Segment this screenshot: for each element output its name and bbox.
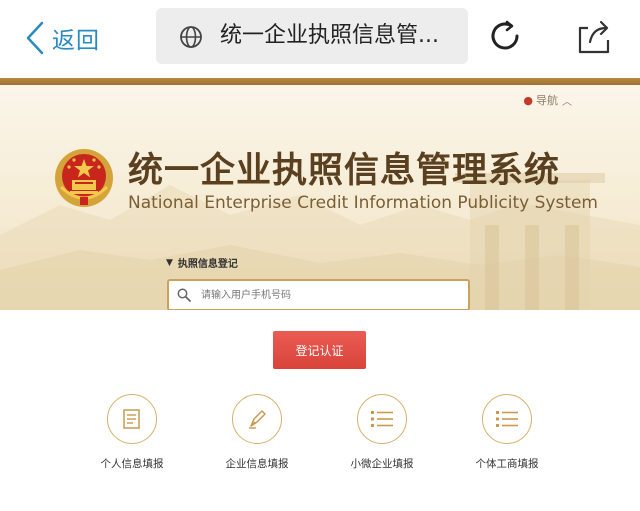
search-icon — [177, 288, 191, 302]
page-title: 统一企业执照信息管... — [220, 23, 439, 48]
reload-icon[interactable] — [487, 18, 523, 54]
back-label: 返回 — [52, 28, 100, 54]
chevron-up-icon: ︿ — [562, 96, 572, 108]
feature-personal-info[interactable]: 个人信息填报 — [72, 394, 192, 471]
feature-icon-circle — [232, 394, 282, 444]
address-bar[interactable]: 统一企业执照信息管... — [156, 8, 468, 64]
feature-label: 小微企业填报 — [350, 458, 414, 470]
feature-label: 个体工商填报 — [475, 458, 539, 470]
registration-section-label: ▼ 执照信息登记 — [166, 255, 238, 271]
list-icon — [496, 411, 518, 427]
section-label-text: 执照信息登记 — [177, 259, 238, 270]
system-title-cn: 统一企业执照信息管理系统 — [128, 151, 561, 191]
feature-icon-circle — [482, 394, 532, 444]
feature-small-enterprise[interactable]: 小微企业填报 — [322, 394, 442, 471]
feature-enterprise-info[interactable]: 企业信息填报 — [197, 394, 317, 471]
header-divider — [0, 78, 640, 85]
national-emblem-logo — [55, 149, 113, 207]
nav-label: 导航 — [536, 94, 558, 107]
pen-icon — [249, 410, 266, 429]
feature-icon-circle — [107, 394, 157, 444]
share-icon[interactable] — [574, 16, 614, 56]
location-pin-icon: ● — [523, 93, 533, 107]
phone-input[interactable] — [199, 288, 453, 302]
feature-icon-circle — [357, 394, 407, 444]
back-button[interactable]: 返回 — [26, 18, 100, 58]
browser-toolbar: 返回 统一企业执照信息管... — [0, 0, 640, 78]
register-verify-button[interactable]: 登记认证 — [273, 331, 366, 369]
feature-individual-business[interactable]: 个体工商填报 — [447, 394, 567, 471]
hero-banner: ● 导航 ︿ 统一企业执照信息管理系统 National Enterprise … — [0, 85, 640, 310]
triangle-down-icon: ▼ — [166, 257, 173, 268]
document-icon — [123, 409, 140, 429]
list-icon — [371, 411, 393, 427]
feature-label: 个人信息填报 — [100, 458, 164, 470]
chevron-left-icon — [26, 21, 44, 55]
phone-input-box[interactable] — [167, 279, 470, 310]
nav-menu-toggle[interactable]: ● 导航 ︿ — [523, 92, 572, 108]
feature-label: 企业信息填报 — [225, 458, 289, 470]
system-title-en: National Enterprise Credit Information P… — [128, 193, 598, 213]
globe-icon — [180, 26, 202, 48]
